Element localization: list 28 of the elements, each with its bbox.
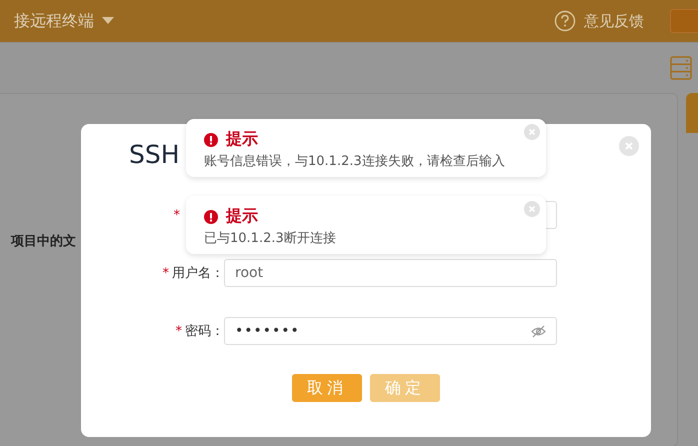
input-field[interactable]: root <box>224 259 557 287</box>
toast-message: 账号信息错误，与10.1.2.3连接失败，请检查后输入 <box>204 153 506 170</box>
toast-message: 已与10.1.2.3断开连接 <box>204 230 337 247</box>
error-icon <box>204 132 218 146</box>
page-title[interactable]: 接远程终端 <box>14 10 94 32</box>
required-mark: * <box>176 324 182 338</box>
required-mark: * <box>174 208 180 222</box>
password-field[interactable]: ••••••• <box>224 317 557 345</box>
close-icon[interactable] <box>619 136 639 156</box>
caret-icon[interactable] <box>102 17 114 25</box>
confirm-button[interactable]: 确定 <box>370 374 440 402</box>
close-icon[interactable] <box>524 124 540 140</box>
help-icon[interactable] <box>554 10 576 32</box>
dialog-title: SSH <box>129 140 180 169</box>
eye-slash-icon[interactable] <box>531 324 546 338</box>
body-text: 项目中的文 <box>11 232 76 250</box>
field-label: 密码： <box>185 323 224 340</box>
action-button[interactable] <box>670 9 698 33</box>
error-icon <box>204 210 218 224</box>
server-icon[interactable] <box>670 56 692 80</box>
close-icon[interactable] <box>524 201 540 217</box>
toast-title: 提示 <box>226 206 258 227</box>
field-label: 用户名： <box>172 265 224 282</box>
side-tab[interactable] <box>686 93 698 133</box>
required-mark: * <box>162 266 169 280</box>
toast-title: 提示 <box>226 129 258 150</box>
feedback-link[interactable]: 意见反馈 <box>584 12 644 30</box>
cancel-button[interactable]: 取消 <box>292 374 362 402</box>
